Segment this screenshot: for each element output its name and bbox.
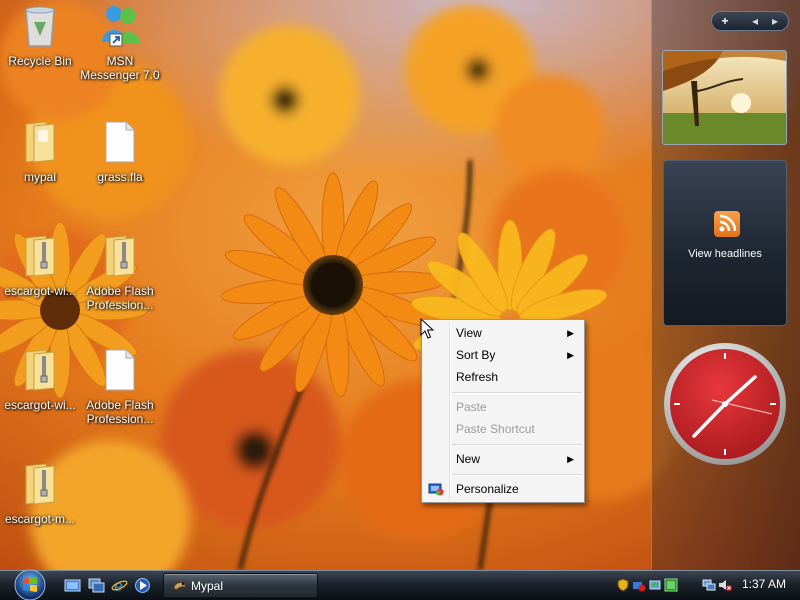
folder-icon [25, 121, 55, 163]
recycle-bin-icon [25, 6, 55, 47]
network-warning-icon[interactable] [632, 578, 646, 592]
desktop-icon-label: escargot-wi... [4, 398, 76, 412]
personalize-icon [428, 483, 444, 496]
slideshow-photo [663, 51, 786, 144]
desktop-icon-msn-messenger[interactable]: MSN Messenger 7.0 [80, 2, 160, 82]
desktop-icon-escargot-zip-1[interactable]: escargot-wi... [0, 232, 80, 298]
desktop-icon-label: escargot-wi... [4, 284, 76, 298]
msn-messenger-icon [102, 6, 140, 47]
submenu-arrow-icon: ▶ [567, 454, 574, 464]
show-desktop-icon[interactable] [64, 577, 81, 594]
network-icon[interactable] [702, 578, 716, 592]
menu-item-paste-shortcut: Paste Shortcut [424, 418, 582, 440]
menu-item-label: Paste [456, 400, 487, 414]
taskbar-button-label: Mypal [191, 579, 224, 593]
taskbar-button-mypal[interactable]: Mypal [163, 573, 318, 598]
volume-muted-icon[interactable] [718, 578, 732, 592]
zip-folder-icon [105, 235, 135, 277]
desktop-icon-label: Adobe Flash Profession... [86, 284, 154, 312]
menu-item-personalize[interactable]: Personalize [424, 478, 582, 500]
desktop-icon-label: escargot-m... [4, 512, 76, 526]
desktop-icon-label: grass.fla [97, 170, 143, 184]
safely-remove-hardware-icon[interactable] [648, 578, 662, 592]
menu-item-label: Refresh [456, 370, 499, 384]
desktop-icon-grass-fla[interactable]: grass.fla [80, 118, 160, 184]
mouse-pointer-icon [420, 318, 434, 339]
menu-separator [452, 392, 582, 394]
zip-folder-icon [25, 463, 55, 505]
start-button[interactable] [10, 568, 50, 600]
desktop-context-menu: View ▶ Sort By ▶ Refresh Paste Paste Sho… [421, 319, 585, 503]
rss-feed-icon [714, 211, 740, 237]
desktop-icon-escargot-zip-2[interactable]: escargot-wi... [0, 346, 80, 412]
submenu-arrow-icon: ▶ [567, 350, 574, 360]
windows-update-icon[interactable] [664, 578, 678, 592]
menu-separator [452, 474, 582, 476]
desktop-icon-adobe-flash-2[interactable]: Adobe Flash Profession... [80, 346, 160, 426]
menu-item-paste: Paste [424, 396, 582, 418]
taskbar-clock[interactable]: 1:37 AM [742, 577, 786, 591]
desktop-icon-label: Recycle Bin [8, 54, 72, 68]
menu-item-label: New [456, 452, 481, 466]
view-headlines-link[interactable]: View headlines [664, 248, 786, 260]
switch-windows-icon[interactable] [88, 577, 105, 594]
menu-item-sort-by[interactable]: Sort By ▶ [424, 344, 582, 366]
add-gadget-button[interactable]: + [714, 13, 736, 29]
desktop-icon-escargot-zip-3[interactable]: escargot-m... [0, 460, 80, 526]
menu-item-view[interactable]: View ▶ [424, 322, 582, 344]
menu-item-label: View [456, 326, 482, 340]
menu-item-label: Personalize [456, 482, 519, 496]
zip-folder-icon [25, 349, 55, 391]
internet-explorer-icon[interactable]: e [111, 577, 128, 594]
desktop-icon-label: Adobe Flash Profession... [86, 398, 154, 426]
menu-item-label: Paste Shortcut [456, 422, 535, 436]
mypal-window-icon [173, 581, 187, 591]
security-shield-icon[interactable] [616, 578, 630, 592]
desktop-icon-label: MSN Messenger 7.0 [80, 54, 160, 82]
svg-text:e: e [114, 577, 123, 594]
menu-item-new[interactable]: New ▶ [424, 448, 582, 470]
menu-item-label: Sort By [456, 348, 496, 362]
menu-item-refresh[interactable]: Refresh [424, 366, 582, 388]
desktop-icon-mypal-folder[interactable]: mypal [0, 118, 80, 184]
clock-gadget[interactable] [662, 342, 788, 466]
zip-folder-icon [25, 235, 55, 277]
document-icon [105, 349, 135, 391]
sidebar-controls: + ◂ ▸ [711, 11, 789, 31]
submenu-arrow-icon: ▶ [567, 328, 574, 338]
document-icon [105, 121, 135, 163]
previous-gadgets-button[interactable]: ◂ [744, 13, 766, 29]
windows-media-player-icon[interactable] [134, 577, 151, 594]
menu-separator [452, 444, 582, 446]
desktop-icon-adobe-flash-1[interactable]: Adobe Flash Profession... [80, 232, 160, 312]
desktop-icon-label: mypal [23, 170, 56, 184]
next-gadgets-button[interactable]: ▸ [764, 13, 786, 29]
feed-headlines-gadget[interactable]: View headlines [663, 160, 787, 326]
desktop-icon-recycle-bin[interactable]: Recycle Bin [0, 2, 80, 68]
slideshow-gadget[interactable] [662, 50, 787, 145]
